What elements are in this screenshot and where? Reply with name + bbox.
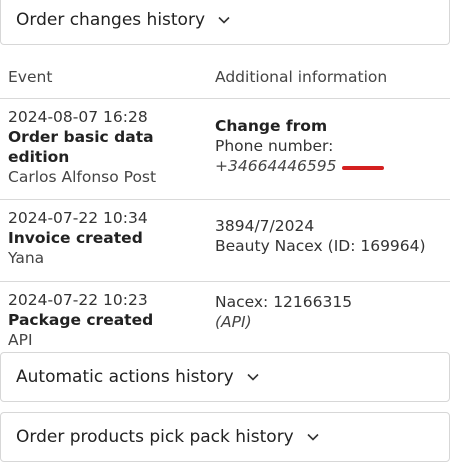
column-header-additional-info: Additional information [208, 56, 450, 99]
event-date: 2024-07-22 10:23 [8, 290, 148, 309]
table-header-row: Event Additional information [0, 56, 450, 99]
order-changes-table: Event Additional information 2024-08-07 … [0, 56, 450, 352]
event-name: Order basic data edition [8, 127, 154, 166]
table-row: 2024-07-22 10:23 Package created API Nac… [0, 281, 450, 352]
order-changes-history-title: Order changes history [16, 10, 206, 30]
change-title: Change from [215, 116, 328, 135]
pick-pack-history-title: Order products pick pack history [16, 427, 294, 447]
automatic-actions-history-title: Automatic actions history [16, 367, 234, 387]
info-cell: Change from Phone number: +34664446595 [208, 98, 450, 200]
info-cell: 3894/7/2024 Beauty Nacex (ID: 169964) [208, 199, 450, 282]
chevron-down-icon [306, 430, 320, 444]
redaction-mark [342, 166, 385, 170]
event-cell: 2024-07-22 10:34 Invoice created Yana [0, 199, 208, 282]
table-row: 2024-08-07 16:28 Order basic data editio… [0, 98, 450, 200]
invoice-number: 3894/7/2024 [215, 216, 315, 235]
invoice-series: Beauty Nacex (ID: 169964) [215, 236, 426, 255]
column-header-event: Event [0, 56, 208, 99]
phone-value: +34664446595 [215, 156, 337, 175]
info-cell: Nacex: 12166315 (API) [208, 281, 450, 352]
event-date: 2024-08-07 16:28 [8, 107, 148, 126]
event-name: Package created [8, 310, 154, 329]
event-cell: 2024-07-22 10:23 Package created API [0, 281, 208, 352]
event-name: Invoice created [8, 228, 143, 247]
event-date: 2024-07-22 10:34 [8, 208, 148, 227]
event-cell: 2024-08-07 16:28 Order basic data editio… [0, 98, 208, 200]
chevron-down-icon [217, 13, 231, 27]
automatic-actions-history-header[interactable]: Automatic actions history [0, 352, 450, 402]
pick-pack-history-header[interactable]: Order products pick pack history [0, 412, 450, 462]
info-line: Phone number: [215, 136, 334, 155]
package-source: (API) [215, 312, 252, 331]
event-author: API [8, 330, 33, 349]
package-tracking: Nacex: 12166315 [215, 292, 353, 311]
event-author: Yana [8, 248, 45, 267]
order-changes-history-header[interactable]: Order changes history [0, 0, 450, 45]
table-row: 2024-07-22 10:34 Invoice created Yana 38… [0, 199, 450, 282]
chevron-down-icon [246, 370, 260, 384]
event-author: Carlos Alfonso Post [8, 167, 157, 186]
